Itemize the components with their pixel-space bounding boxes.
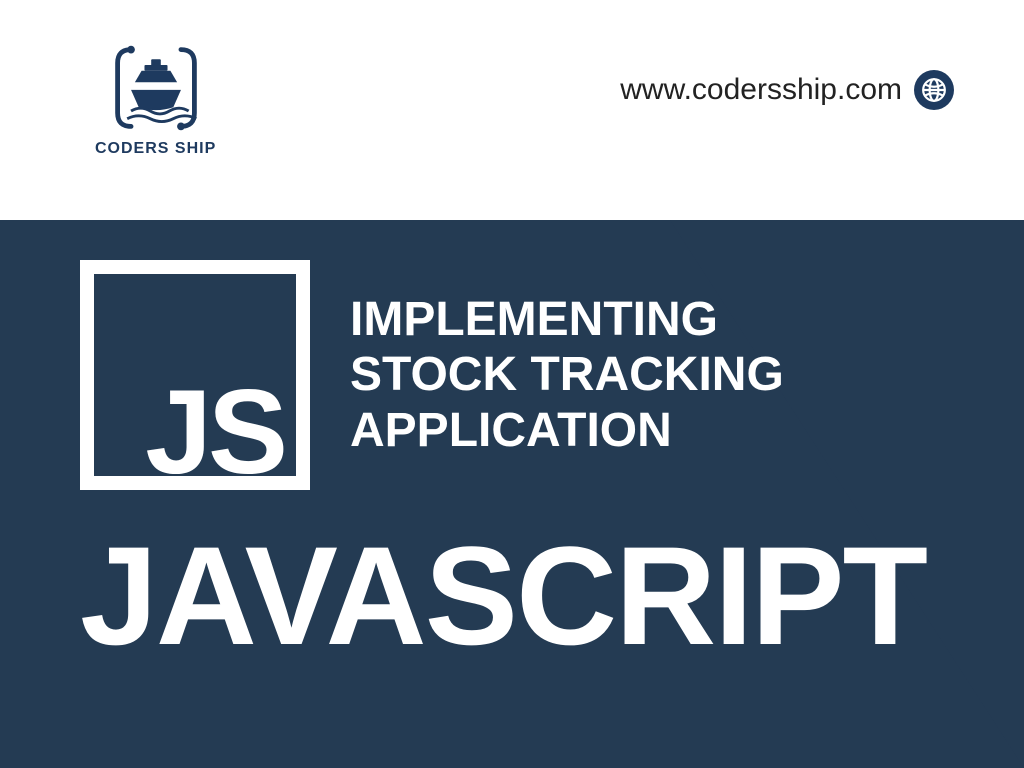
- topic-line-1: IMPLEMENTING: [350, 292, 784, 347]
- site-url-text: www.codersship.com: [620, 73, 902, 107]
- globe-icon: [914, 70, 954, 110]
- hero-banner: JS IMPLEMENTING STOCK TRACKING APPLICATI…: [0, 220, 1024, 768]
- topic-line-2: STOCK TRACKING: [350, 347, 784, 402]
- ship-logo-icon: [108, 40, 204, 136]
- brand-logo-block: CODERS SHIP: [95, 40, 216, 158]
- js-badge: JS: [80, 260, 310, 490]
- brand-name: CODERS SHIP: [95, 140, 216, 158]
- topic-heading: IMPLEMENTING STOCK TRACKING APPLICATION: [350, 292, 784, 458]
- language-title: JAVASCRIPT: [80, 526, 964, 666]
- topic-row: JS IMPLEMENTING STOCK TRACKING APPLICATI…: [80, 260, 964, 490]
- header: CODERS SHIP www.codersship.com: [0, 0, 1024, 220]
- topic-line-3: APPLICATION: [350, 403, 784, 458]
- js-badge-text: JS: [145, 372, 284, 492]
- site-url[interactable]: www.codersship.com: [620, 70, 954, 110]
